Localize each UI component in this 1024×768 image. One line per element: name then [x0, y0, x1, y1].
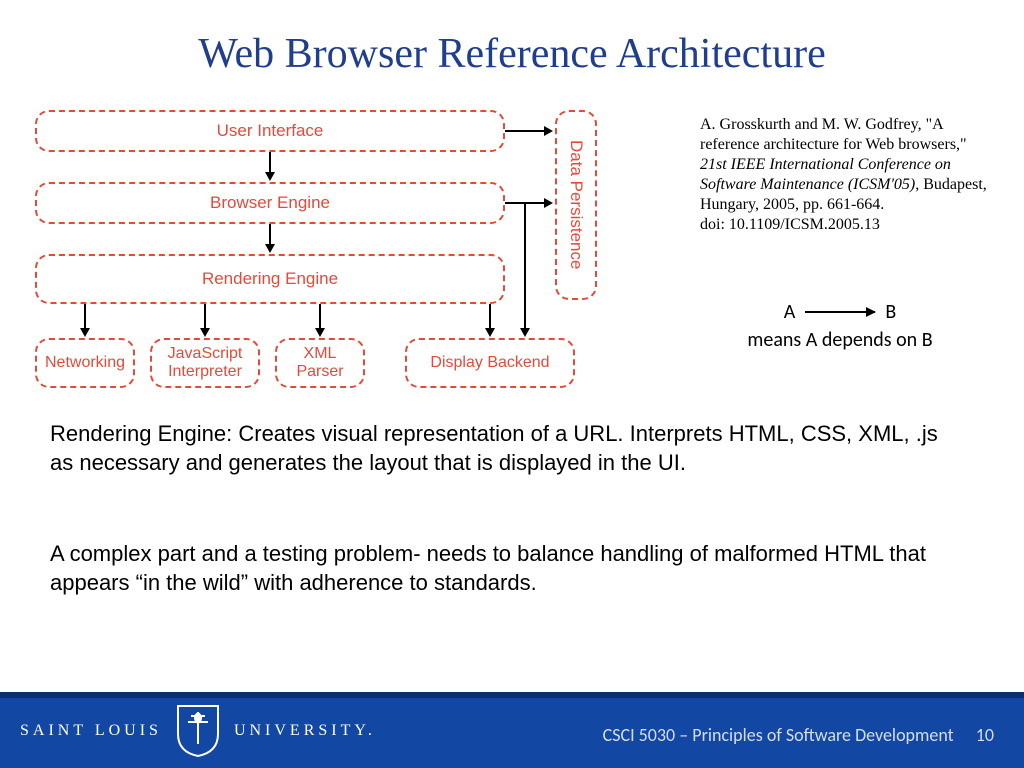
citation-doi: doi: 10.1109/ICSM.2005.13	[700, 216, 880, 233]
arrow-head-icon	[265, 244, 275, 253]
slide-title: Web Browser Reference Architecture	[0, 30, 1024, 78]
footer-bar: SAINT LOUIS UNIVERSITY. CSCI 5030 – Prin…	[0, 698, 1024, 768]
arrow-line	[84, 304, 86, 328]
footer-page-number: 10	[976, 724, 994, 746]
university-logo: SAINT LOUIS UNIVERSITY.	[20, 704, 376, 758]
arrow-line	[524, 202, 526, 328]
arrow-line	[489, 304, 491, 328]
box-browser-engine: Browser Engine	[35, 182, 505, 224]
box-js-interpreter: JavaScript Interpreter	[150, 338, 260, 388]
shield-icon	[176, 704, 220, 758]
citation-text: A. Grosskurth and M. W. Godfrey, "A refe…	[700, 115, 990, 235]
legend-b: B	[885, 300, 896, 324]
arrow-line	[269, 224, 271, 245]
box-xml-parser: XML Parser	[275, 338, 365, 388]
logo-text-right: UNIVERSITY.	[234, 722, 376, 740]
arrow-head-icon	[520, 328, 530, 337]
footer-course: CSCI 5030 – Principles of Software Devel…	[603, 724, 954, 746]
paragraph-2: A complex part and a testing problem- ne…	[50, 540, 940, 597]
citation-venue: 21st IEEE International Conference on So…	[700, 156, 951, 193]
arrow-line	[269, 152, 271, 173]
arrow-head-icon	[544, 198, 553, 208]
paragraph-1: Rendering Engine: Creates visual represe…	[50, 420, 940, 477]
legend-caption: means A depends on B	[700, 328, 980, 352]
arrow-line	[319, 304, 321, 328]
arrow-head-icon	[315, 328, 325, 337]
arrow-head-icon	[265, 172, 275, 181]
box-networking: Networking	[35, 338, 135, 388]
legend-a: A	[784, 300, 796, 324]
logo-text-left: SAINT LOUIS	[20, 722, 162, 740]
arrow-head-icon	[80, 328, 90, 337]
legend-arrow-icon	[805, 311, 875, 313]
legend: A B means A depends on B	[700, 300, 980, 352]
arrow-line	[204, 304, 206, 328]
legend-row: A B	[700, 300, 980, 324]
citation-authors: A. Grosskurth and M. W. Godfrey, "A refe…	[700, 116, 967, 153]
arrow-head-icon	[200, 328, 210, 337]
box-rendering-engine: Rendering Engine	[35, 254, 505, 304]
arrow-head-icon	[544, 126, 553, 136]
box-user-interface: User Interface	[35, 110, 505, 152]
footer-text: CSCI 5030 – Principles of Software Devel…	[603, 724, 994, 746]
architecture-diagram: User Interface Browser Engine Rendering …	[35, 110, 645, 395]
arrow-line	[505, 130, 545, 132]
arrow-head-icon	[485, 328, 495, 337]
box-data-persistence: Data Persistence	[555, 110, 597, 300]
box-display-backend: Display Backend	[405, 338, 575, 388]
